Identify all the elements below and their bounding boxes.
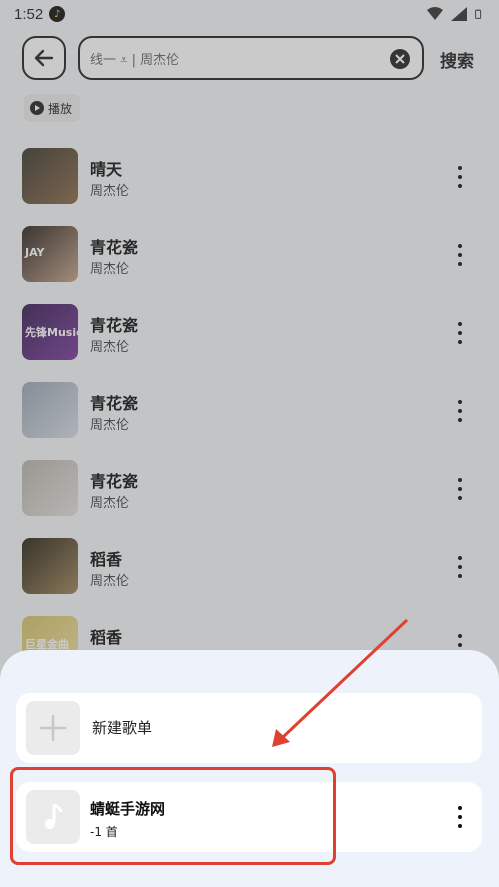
status-time: 1:52 — [14, 5, 44, 23]
more-icon[interactable] — [452, 806, 468, 828]
more-icon[interactable] — [452, 478, 468, 500]
song-row[interactable]: 青花瓷 周杰伦 — [0, 382, 499, 442]
more-icon[interactable] — [452, 166, 468, 188]
search-input[interactable]: 线一 ⩡ | 周杰伦 — [78, 36, 424, 80]
song-artist: 周杰伦 — [90, 184, 130, 199]
song-title: 晴天 — [90, 160, 123, 179]
song-row[interactable]: 青花瓷 周杰伦 — [0, 460, 499, 520]
more-icon[interactable] — [452, 322, 468, 344]
back-arrow-icon — [34, 49, 54, 67]
signal-icon — [451, 7, 467, 21]
more-icon[interactable] — [452, 556, 468, 578]
back-button[interactable] — [22, 36, 66, 80]
song-artist: 周杰伦 — [90, 418, 130, 433]
album-cover — [22, 538, 78, 594]
album-cover — [22, 148, 78, 204]
status-bar: 1:52 ♪ — [0, 0, 499, 28]
album-cover — [22, 382, 78, 438]
play-icon — [30, 101, 44, 115]
song-title: 稻香 — [90, 550, 123, 569]
plus-icon — [26, 701, 80, 755]
song-row[interactable]: 先锋Music 青花瓷 周杰伦 — [0, 304, 499, 364]
add-to-playlist-sheet: 新建歌单 蜻蜓手游网 -1 首 — [0, 650, 499, 887]
cover-text: JAY — [25, 246, 45, 259]
song-artist: 周杰伦 — [90, 574, 130, 589]
play-all-button[interactable]: 播放 — [24, 94, 80, 122]
song-title: 青花瓷 — [90, 394, 139, 413]
cover-text: 先锋Music — [25, 326, 78, 339]
search-query-text: 线一 ⩡ | 周杰伦 — [90, 52, 180, 68]
song-title: 青花瓷 — [90, 472, 139, 491]
song-row[interactable]: 晴天 周杰伦 — [0, 148, 499, 208]
new-playlist-label: 新建歌单 — [92, 719, 153, 737]
playlist-item[interactable]: 蜻蜓手游网 -1 首 — [16, 782, 482, 852]
playlist-name: 蜻蜓手游网 — [90, 800, 166, 818]
song-row[interactable]: 稻香 周杰伦 — [0, 538, 499, 598]
music-note-icon — [26, 790, 80, 844]
song-title: 青花瓷 — [90, 316, 139, 335]
song-artist: 周杰伦 — [90, 340, 130, 355]
new-playlist-button[interactable]: 新建歌单 — [16, 693, 482, 763]
more-icon[interactable] — [452, 244, 468, 266]
search-button[interactable]: 搜索 — [440, 47, 474, 72]
music-app-icon: ♪ — [49, 6, 66, 22]
status-icons — [427, 7, 485, 21]
song-row[interactable]: JAY 青花瓷 周杰伦 — [0, 226, 499, 286]
song-artist: 周杰伦 — [90, 496, 130, 511]
wifi-icon — [427, 7, 443, 20]
battery-icon — [475, 9, 482, 19]
play-all-label: 播放 — [48, 101, 73, 116]
song-title: 稻香 — [90, 628, 123, 647]
song-artist: 周杰伦 — [90, 262, 130, 277]
search-row: 线一 ⩡ | 周杰伦 搜索 — [0, 36, 499, 80]
clear-icon[interactable] — [390, 49, 410, 69]
album-cover — [22, 460, 78, 516]
album-cover: 先锋Music — [22, 304, 78, 360]
song-title: 青花瓷 — [90, 238, 139, 257]
more-icon[interactable] — [452, 400, 468, 422]
album-cover: JAY — [22, 226, 78, 282]
playlist-count: -1 首 — [90, 825, 118, 839]
